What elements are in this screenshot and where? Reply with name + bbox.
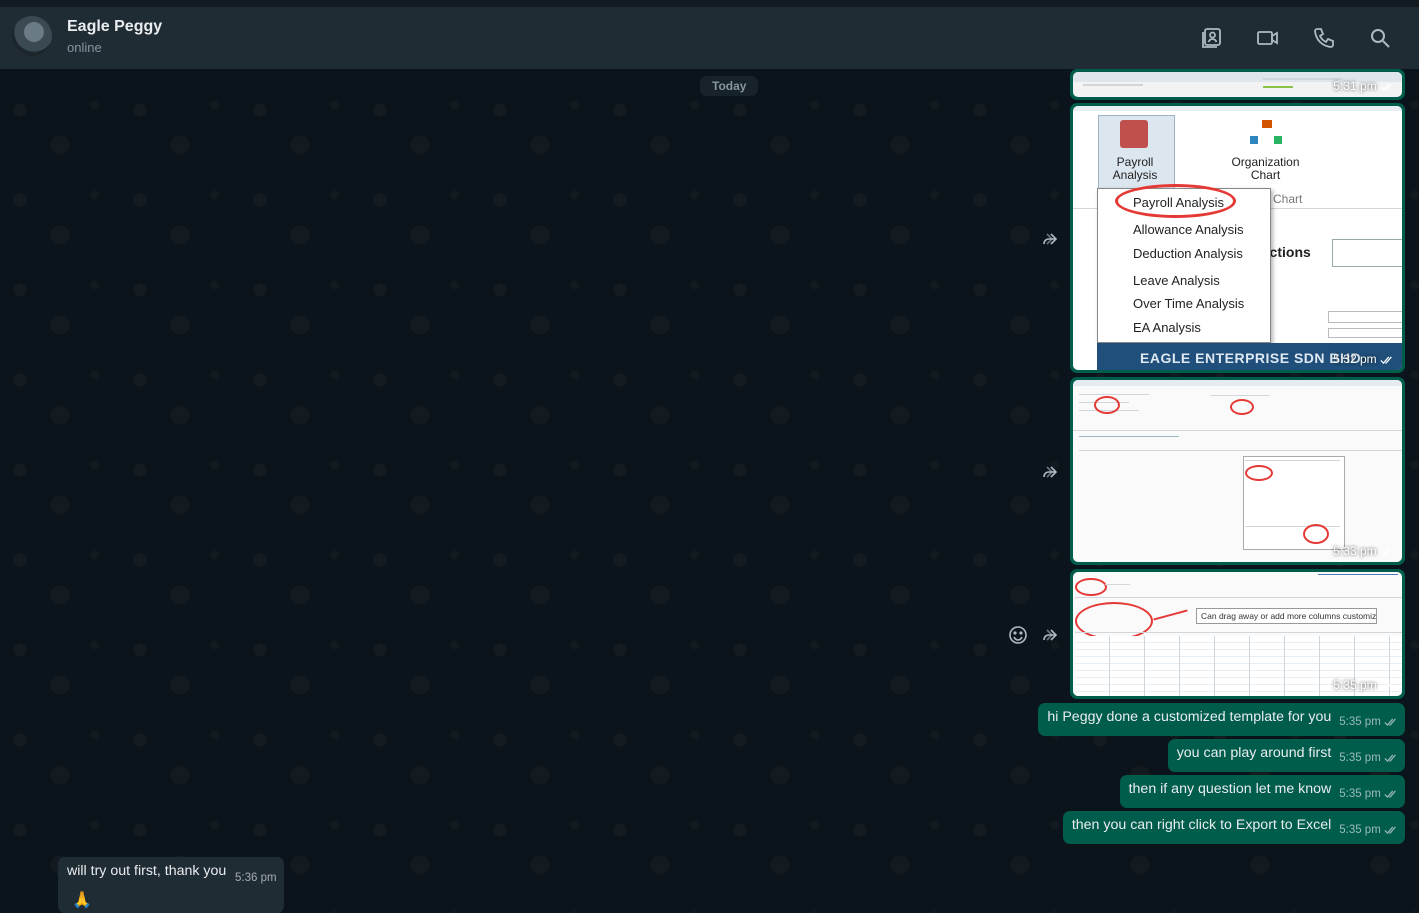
image-message[interactable]: Payroll Analysis Organization Chart n Ch… xyxy=(1070,103,1405,373)
phone-icon[interactable] xyxy=(1312,26,1336,50)
message-text: you can play around first xyxy=(1176,745,1332,761)
image-message[interactable]: 5:33 pm xyxy=(1070,377,1405,565)
image-message[interactable]: Can drag away or add more columns custom… xyxy=(1070,569,1405,699)
message-text: will try out first, thank you xyxy=(67,863,227,879)
forward-icon[interactable] xyxy=(1040,625,1060,645)
forward-icon[interactable] xyxy=(1040,462,1060,482)
menu-item: Over Time Analysis xyxy=(1133,296,1245,311)
chat-header: Eagle Peggy online xyxy=(0,7,1419,69)
incoming-message[interactable]: will try out first, thank you 5:36 pm 🙏 xyxy=(58,857,284,913)
forward-icon[interactable] xyxy=(1040,229,1060,249)
avatar[interactable] xyxy=(12,16,52,56)
message-time: 5:35 pm xyxy=(1339,752,1398,764)
menu-item: Allowance Analysis xyxy=(1133,222,1244,237)
contact-name[interactable]: Eagle Peggy xyxy=(67,18,162,36)
contact-status: online xyxy=(67,40,102,55)
contact-card-icon[interactable] xyxy=(1200,26,1224,50)
day-separator: Today xyxy=(700,76,759,96)
message-time: 5:35 pm xyxy=(1339,788,1398,800)
image-thumbnail[interactable]: Payroll Analysis Organization Chart n Ch… xyxy=(1073,106,1402,370)
pray-emoji: 🙏 xyxy=(72,892,92,909)
message-time: 5:36 pm xyxy=(235,872,277,884)
video-call-icon[interactable] xyxy=(1256,26,1280,50)
emoji-reaction-icon[interactable] xyxy=(1008,625,1028,645)
image-thumbnail[interactable]: 5:33 pm xyxy=(1073,380,1402,562)
message-time: 5:33 pm xyxy=(1333,544,1394,558)
message-text: then you can right click to Export to Ex… xyxy=(1071,817,1332,833)
payroll-analysis-tool: Payroll Analysis xyxy=(1112,155,1158,182)
message-time: 5:31 pm xyxy=(1333,79,1394,93)
search-icon[interactable] xyxy=(1368,26,1392,50)
annotation-note: Can drag away or add more columns custom… xyxy=(1196,608,1377,624)
message-time: 5:35 pm xyxy=(1339,824,1398,836)
message-text: hi Peggy done a customized template for … xyxy=(1047,709,1332,725)
company-banner: EAGLE ENTERPRISE SDN BHD xyxy=(1140,350,1362,366)
image-thumbnail[interactable]: 5:31 pm xyxy=(1073,72,1402,97)
image-thumbnail[interactable]: Can drag away or add more columns custom… xyxy=(1073,572,1402,696)
outgoing-message[interactable]: then you can right click to Export to Ex… xyxy=(1062,811,1405,844)
outgoing-message[interactable]: then if any question let me know 5:35 pm xyxy=(1119,775,1405,808)
message-time: 5:35 pm xyxy=(1339,716,1398,728)
menu-item: Payroll Analysis xyxy=(1133,195,1225,210)
message-time: 5:35 pm xyxy=(1333,678,1394,692)
message-text: then if any question let me know xyxy=(1128,781,1332,797)
outgoing-message[interactable]: hi Peggy done a customized template for … xyxy=(1038,703,1405,736)
menu-item: Deduction Analysis xyxy=(1133,246,1243,261)
organization-chart-tool: Organization Chart xyxy=(1231,155,1300,182)
image-message[interactable]: 5:31 pm xyxy=(1070,69,1405,100)
message-time: 5:32 pm xyxy=(1333,352,1394,366)
outgoing-message[interactable]: you can play around first 5:35 pm xyxy=(1167,739,1405,772)
menu-item: EA Analysis xyxy=(1133,320,1201,335)
menu-item: Leave Analysis xyxy=(1133,273,1220,288)
